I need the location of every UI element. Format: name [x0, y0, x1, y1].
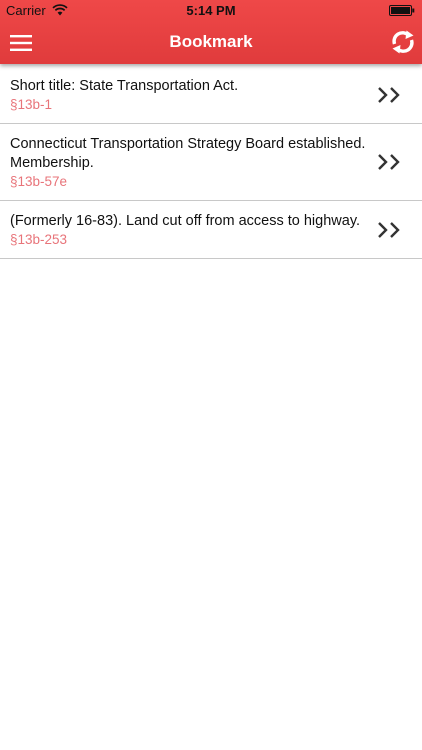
battery-icon	[389, 5, 415, 16]
page-title: Bookmark	[169, 32, 253, 51]
double-chevron-right-icon	[378, 154, 400, 170]
refresh-icon[interactable]	[390, 28, 416, 56]
navigation-bar: Bookmark	[0, 22, 422, 64]
status-bar: Carrier 5:14 PM	[0, 0, 422, 22]
bookmark-list: Short title: State Transportation Act. §…	[0, 66, 422, 259]
bookmark-row[interactable]: Connecticut Transportation Strategy Boar…	[0, 124, 422, 201]
bookmark-section: §13b-1	[10, 97, 53, 112]
status-time: 5:14 PM	[186, 3, 236, 18]
bookmark-row[interactable]: Short title: State Transportation Act. §…	[0, 66, 422, 124]
bookmark-row[interactable]: (Formerly 16-83). Land cut off from acce…	[0, 201, 422, 259]
double-chevron-right-icon	[378, 221, 400, 238]
app-header: Carrier 5:14 PM Bookmark	[0, 0, 422, 64]
double-chevron-right-icon	[378, 86, 400, 103]
bookmark-section: §13b-57e	[10, 174, 68, 189]
bookmark-title: Connecticut Transportation Strategy Boar…	[10, 136, 366, 171]
hamburger-menu-icon[interactable]	[10, 31, 34, 55]
bookmark-section: §13b-253	[10, 232, 68, 247]
bookmark-title: (Formerly 16-83). Land cut off from acce…	[10, 213, 361, 229]
bookmark-title: Short title: State Transportation Act.	[10, 78, 239, 94]
